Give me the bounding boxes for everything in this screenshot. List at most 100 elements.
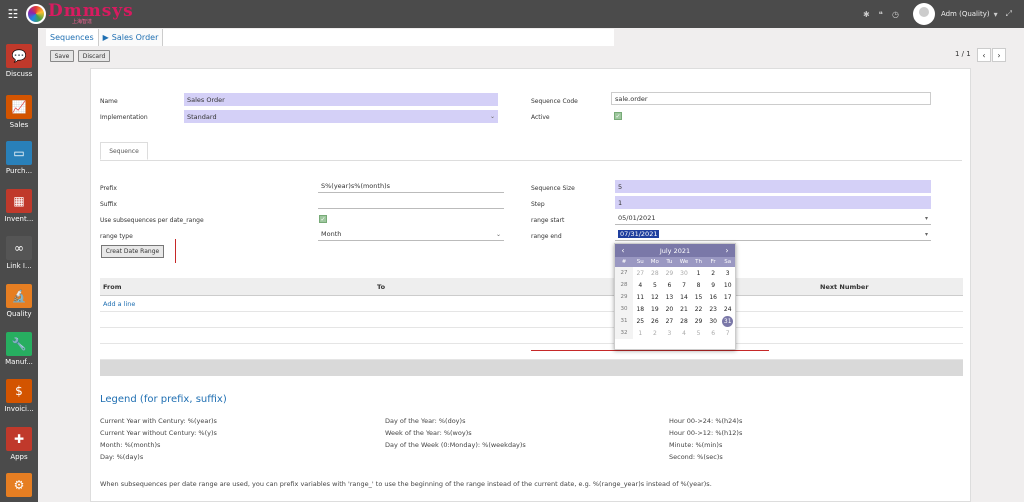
day-cell[interactable]: 26 <box>648 318 663 325</box>
day-cell[interactable]: 30 <box>677 270 692 277</box>
col-from[interactable]: From <box>103 283 121 291</box>
weekday-label: Fr <box>710 259 716 265</box>
day-cell[interactable]: 27 <box>662 318 677 325</box>
active-label: Active <box>531 114 550 121</box>
sidebar-item-quality[interactable]: 🔬 Quality <box>0 284 38 318</box>
day-cell[interactable]: 28 <box>648 270 663 277</box>
active-checkbox[interactable]: ✓ <box>614 112 622 120</box>
clock-icon[interactable]: ◷ <box>892 10 899 19</box>
suffix-field[interactable] <box>318 196 504 209</box>
day-cell[interactable]: 29 <box>662 270 677 277</box>
day-cell[interactable]: 15 <box>691 294 706 301</box>
pager-next-icon[interactable]: › <box>992 48 1006 62</box>
day-cell[interactable]: 1 <box>691 270 706 277</box>
day-cell[interactable]: 27 <box>633 270 648 277</box>
name-field[interactable]: Sales Order <box>184 93 498 106</box>
tab-sequence[interactable]: Sequence <box>100 142 148 160</box>
day-cell[interactable]: 5 <box>648 282 663 289</box>
user-name[interactable]: Adm (Quality) <box>941 10 990 18</box>
day-cell[interactable]: 3 <box>662 330 677 337</box>
sidebar-item-discuss[interactable]: 💬 Discuss <box>0 44 38 78</box>
sidebar-item-manufacturing[interactable]: 🔧 Manuf... <box>0 332 38 366</box>
notebook-divider <box>100 160 962 161</box>
add-line-link[interactable]: Add a line <box>103 300 135 308</box>
logo[interactable]: Dmmsys 上海智達 <box>26 3 134 25</box>
gear-icon: ⚙ <box>6 473 32 497</box>
day-cell[interactable]: 28 <box>677 318 692 325</box>
day-cell[interactable]: 31 <box>722 315 734 327</box>
create-date-range-button[interactable]: Creat Date Range <box>101 245 164 258</box>
sequence-size-field[interactable]: 5 <box>615 180 931 193</box>
col-to[interactable]: To <box>377 283 385 291</box>
sidebar-item-invoicing[interactable]: $ Invoici... <box>0 379 38 413</box>
day-cell[interactable]: 13 <box>662 294 677 301</box>
day-cell[interactable]: 11 <box>633 294 648 301</box>
day-cell[interactable]: 19 <box>648 306 663 313</box>
chat-bubbles-icon[interactable]: ❝ <box>879 10 883 19</box>
day-cell[interactable]: 21 <box>677 306 692 313</box>
bug-icon[interactable]: ✱ <box>863 10 870 19</box>
day-cell[interactable]: 7 <box>677 282 692 289</box>
sidebar-item-sales[interactable]: 📈 Sales <box>0 95 38 129</box>
breadcrumb: Sequences ▶ Sales Order <box>46 29 614 46</box>
save-button[interactable]: Save <box>50 50 74 62</box>
datepicker-title[interactable]: July 2021 <box>631 247 719 255</box>
sequence-code-field[interactable]: sale.order <box>611 92 931 105</box>
prev-month-icon[interactable]: ‹ <box>615 246 631 255</box>
day-cell[interactable]: 24 <box>720 306 735 313</box>
sidebar-item-apps[interactable]: ✚ Apps <box>0 427 38 461</box>
day-cell[interactable]: 14 <box>677 294 692 301</box>
sidebar-item-inventory[interactable]: ▦ Invent... <box>0 189 38 223</box>
legend-item: Hour 00->24: %(h24)s <box>669 417 743 425</box>
expand-icon[interactable]: ⤢ <box>1006 9 1012 19</box>
use-subsequences-checkbox[interactable]: ✓ <box>319 215 327 223</box>
pager-prev-icon[interactable]: ‹ <box>977 48 991 62</box>
avatar[interactable] <box>912 3 935 25</box>
day-cell[interactable]: 7 <box>720 330 735 337</box>
day-cell[interactable]: 2 <box>706 270 721 277</box>
next-month-icon[interactable]: › <box>719 246 735 255</box>
day-cell[interactable]: 8 <box>691 282 706 289</box>
sidebar-item-settings[interactable]: ⚙ <box>0 473 38 497</box>
day-cell[interactable]: 4 <box>677 330 692 337</box>
legend-item: Current Year without Century: %(y)s <box>100 429 217 437</box>
range-type-select[interactable]: Month ⌄ <box>318 228 504 241</box>
day-cell[interactable]: 30 <box>706 318 721 325</box>
sidebar-item-link[interactable]: ∞ Link I... <box>0 236 38 270</box>
sidebar-item-label: Manuf... <box>5 358 33 366</box>
day-cell[interactable]: 1 <box>633 330 648 337</box>
day-cell[interactable]: 20 <box>662 306 677 313</box>
day-cell[interactable]: 23 <box>706 306 721 313</box>
range-start-field[interactable]: 05/01/2021 ▾ <box>615 212 931 225</box>
day-cell[interactable]: 5 <box>691 330 706 337</box>
day-cell[interactable]: 6 <box>706 330 721 337</box>
breadcrumb-current-tab[interactable]: ▶ Sales Order <box>98 29 164 46</box>
legend-item: Minute: %(min)s <box>669 441 723 449</box>
day-cell[interactable]: 22 <box>691 306 706 313</box>
legend-item: Hour 00->12: %(h12)s <box>669 429 743 437</box>
prefix-field[interactable]: S%(year)s%(month)s <box>318 180 504 193</box>
range-end-value: 07/31/2021 <box>618 230 660 238</box>
sidebar-item-purchase[interactable]: ▭ Purch... <box>0 141 38 175</box>
step-field[interactable]: 1 <box>615 196 931 209</box>
discard-button[interactable]: Discard <box>78 50 110 62</box>
app-menu-icon[interactable]: ☷ <box>4 7 22 21</box>
day-cell[interactable]: 25 <box>633 318 648 325</box>
day-cell[interactable]: 18 <box>633 306 648 313</box>
range-type-value: Month <box>321 230 342 238</box>
day-cell[interactable]: 6 <box>662 282 677 289</box>
day-cell[interactable]: 12 <box>648 294 663 301</box>
day-cell[interactable]: 9 <box>706 282 721 289</box>
col-next-number[interactable]: Next Number <box>820 283 869 291</box>
day-cell[interactable]: 29 <box>691 318 706 325</box>
day-cell[interactable]: 16 <box>706 294 721 301</box>
day-cell[interactable]: 2 <box>648 330 663 337</box>
day-cell[interactable]: 4 <box>633 282 648 289</box>
day-cell[interactable]: 3 <box>720 270 735 277</box>
range-end-field[interactable]: 07/31/2021 ▾ <box>615 228 931 241</box>
chevron-down-icon[interactable]: ▾ <box>994 10 998 19</box>
implementation-select[interactable]: Standard ⌄ <box>184 110 498 123</box>
day-cell[interactable]: 10 <box>720 282 735 289</box>
day-cell[interactable]: 17 <box>720 294 735 301</box>
breadcrumb-parent[interactable]: Sequences <box>50 33 94 42</box>
